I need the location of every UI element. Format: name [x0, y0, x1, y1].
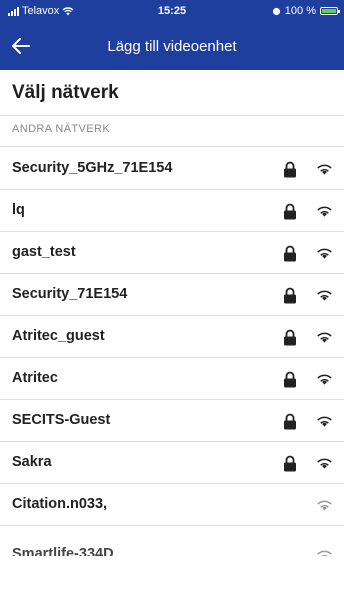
header: Telavox 15:25 100 % Lägg till videoenhet — [0, 0, 344, 70]
battery-icon — [320, 7, 340, 15]
lock-icon — [284, 371, 296, 388]
network-row[interactable]: Atritec_guest — [0, 316, 344, 358]
wifi-icon — [317, 500, 332, 511]
lock-icon — [284, 203, 296, 220]
network-row[interactable]: Smartlife-334D — [0, 526, 344, 556]
wifi-icon — [317, 458, 332, 469]
network-row[interactable]: Sakra — [0, 442, 344, 484]
network-name: Security_5GHz_71E154 — [12, 160, 173, 176]
network-name: lq — [12, 202, 25, 218]
alarm-icon — [272, 7, 280, 15]
page-title: Lägg till videoenhet — [107, 38, 237, 55]
lock-icon — [284, 329, 296, 346]
network-name: SECITS-Guest — [12, 412, 111, 428]
lock-icon — [284, 455, 296, 472]
network-row[interactable]: Citation.n033, — [0, 484, 344, 526]
network-row[interactable]: Atritec — [0, 358, 344, 400]
wifi-icon — [317, 164, 332, 175]
network-list: Security_5GHz_71E154lq gast_test Security_… — [0, 148, 344, 556]
app-bar: Lägg till videoenhet — [0, 22, 344, 70]
network-row[interactable]: lq — [0, 190, 344, 232]
lock-icon — [284, 161, 296, 178]
wifi-icon — [317, 206, 332, 217]
wifi-icon — [317, 550, 332, 556]
network-name: gast_test — [12, 244, 76, 260]
status-bar: Telavox 15:25 100 % — [0, 0, 344, 22]
network-name: Atritec_guest — [12, 328, 105, 344]
wifi-icon — [317, 290, 332, 301]
lock-icon — [284, 287, 296, 304]
network-name: Smartlife-334D — [12, 546, 114, 556]
battery-info: 100 % — [272, 5, 340, 17]
wifi-icon — [317, 416, 332, 427]
wifi-icon — [317, 374, 332, 385]
lock-icon — [284, 413, 296, 430]
network-name: Citation.n033, — [12, 496, 108, 512]
network-name: Atritec — [12, 370, 58, 386]
network-name: Security_71E154 — [12, 286, 128, 302]
network-name: Sakra — [12, 454, 52, 470]
section-title: Välj nätverk — [12, 82, 119, 103]
subheader-divider — [0, 146, 344, 147]
wifi-icon — [317, 248, 332, 259]
battery-percent: 100 % — [284, 5, 316, 17]
lock-icon — [284, 245, 296, 262]
network-row[interactable]: Security_5GHz_71E154 — [0, 148, 344, 190]
network-subheader: ANDRA NÄTVERK — [12, 123, 111, 135]
section-divider — [0, 115, 344, 116]
network-row[interactable]: SECITS-Guest — [0, 400, 344, 442]
network-row[interactable]: Security_71E154 — [0, 274, 344, 316]
network-row[interactable]: gast_test — [0, 232, 344, 274]
wifi-icon — [317, 332, 332, 343]
